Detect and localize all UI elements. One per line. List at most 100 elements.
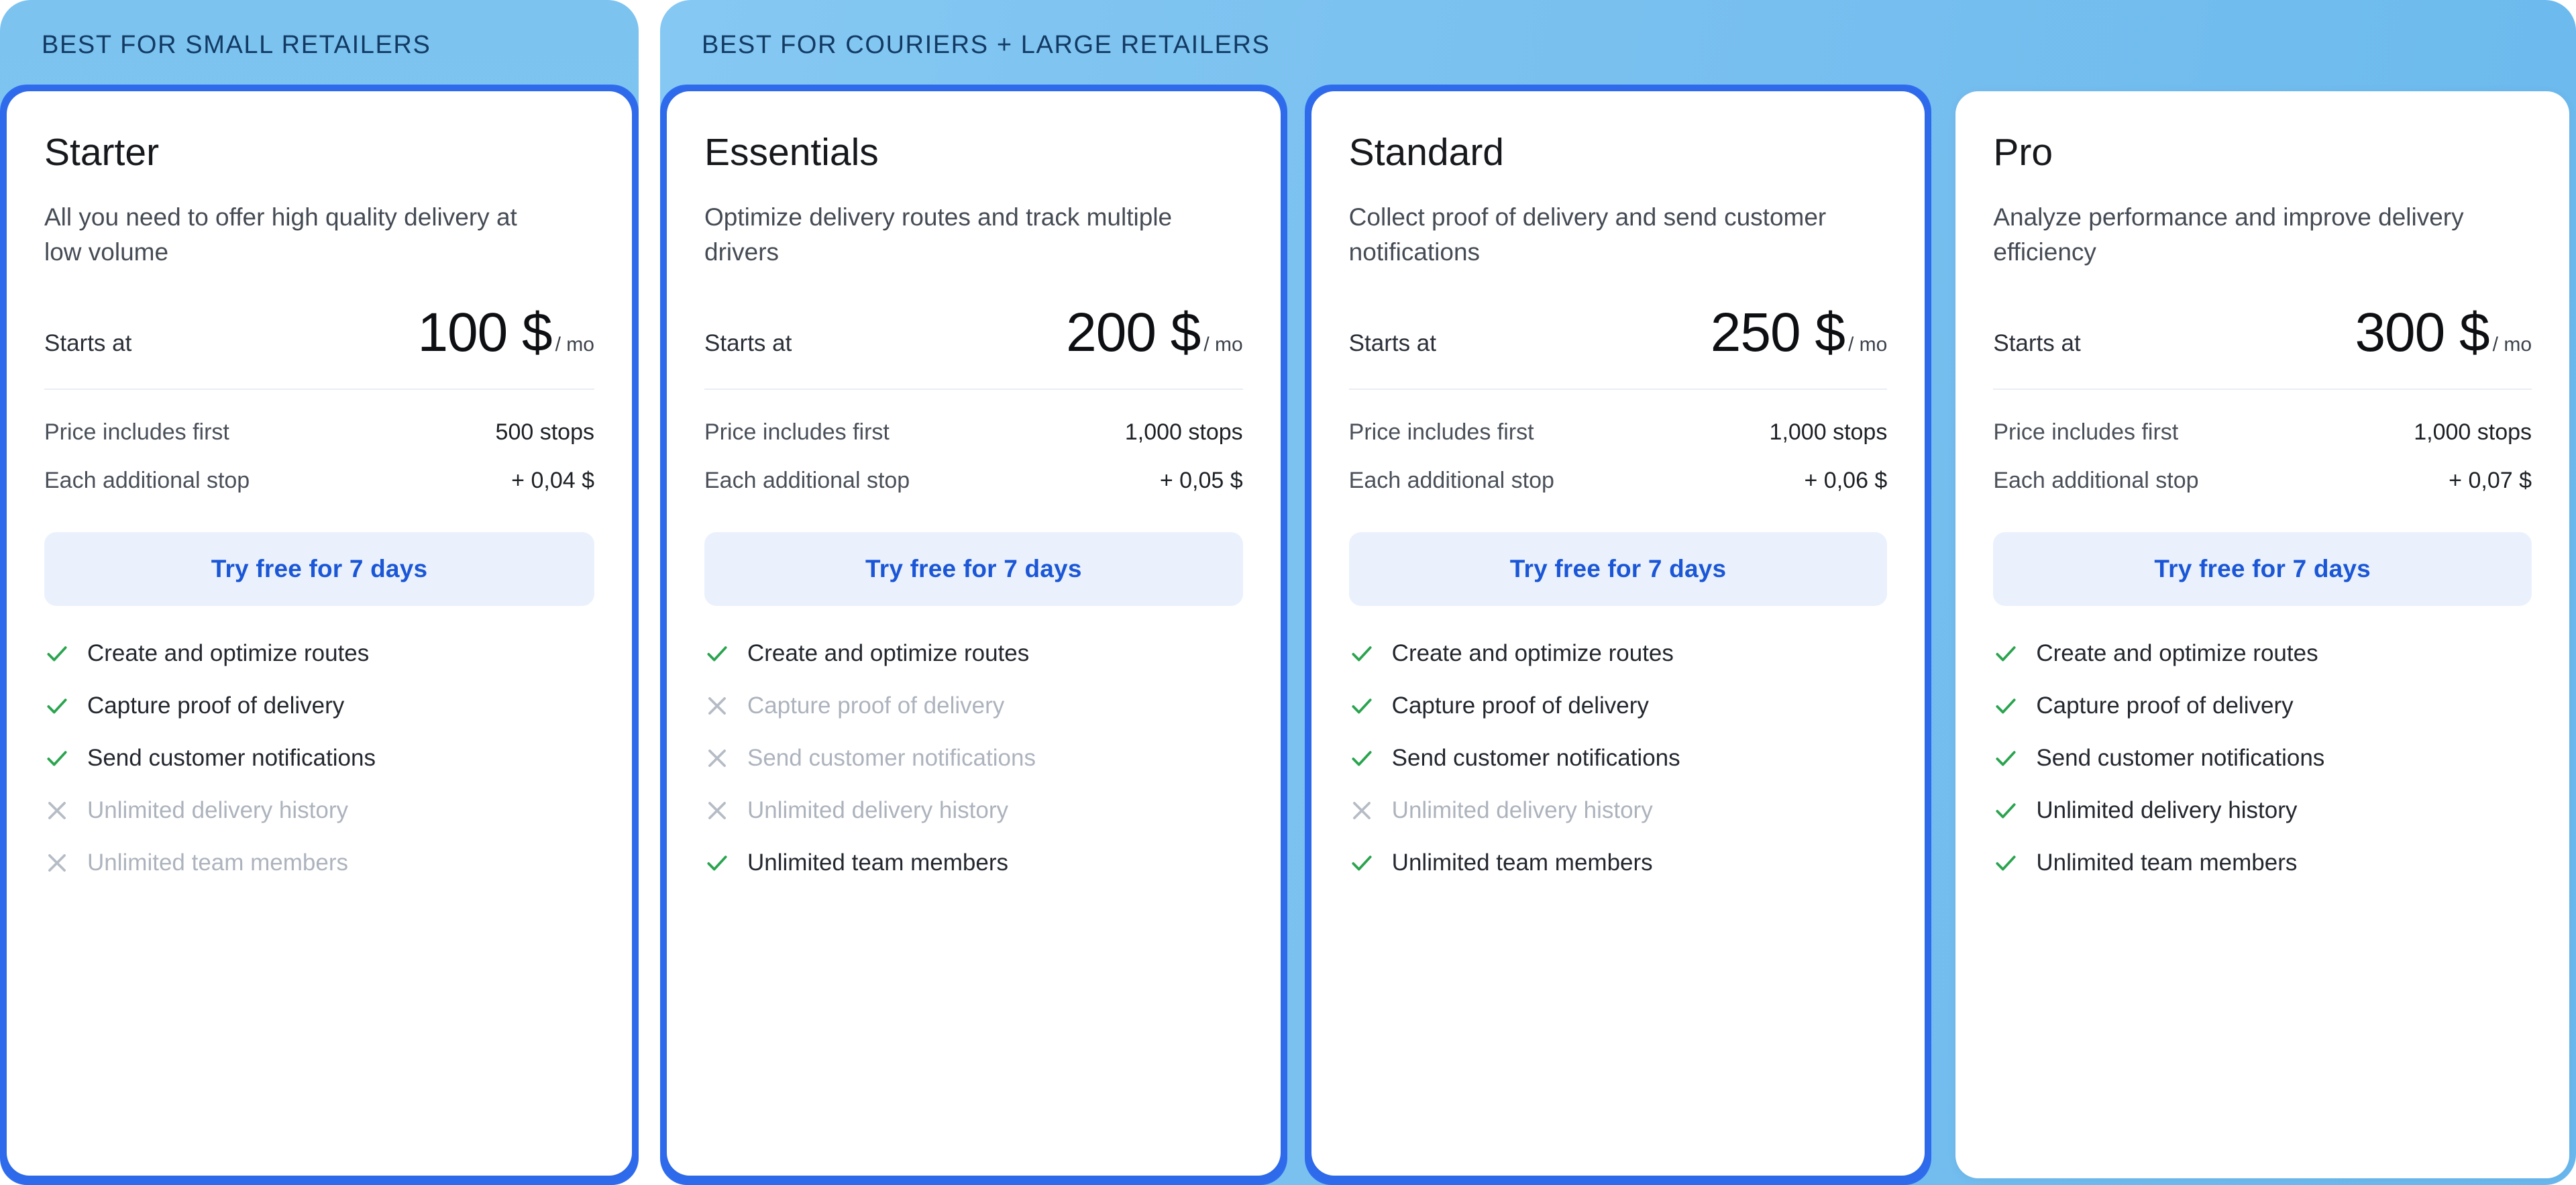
meta-value-included-stops-starter: 500 stops	[495, 419, 594, 445]
feature-label: Create and optimize routes	[2036, 639, 2318, 666]
feature-label: Unlimited delivery history	[2036, 796, 2298, 823]
feature-label: Create and optimize routes	[747, 639, 1030, 666]
feature-item: Unlimited team members	[44, 849, 594, 877]
meta-row-included-stops-essentials: Price includes first 1,000 stops	[704, 419, 1243, 446]
meta-value-included-stops-pro: 1,000 stops	[2414, 419, 2532, 445]
meta-value-included-stops-essentials: 1,000 stops	[1124, 419, 1243, 445]
meta-row-additional-stop-starter: Each additional stop + 0,04 $	[44, 468, 594, 494]
feature-label: Unlimited team members	[2036, 849, 2298, 876]
check-icon	[1352, 856, 1372, 871]
card-row-group-b: Essentials Optimize delivery routes and …	[660, 85, 2576, 1185]
feature-item: Create and optimize routes	[704, 639, 1243, 668]
check-icon	[1352, 646, 1372, 662]
check-icon	[707, 646, 727, 662]
check-icon	[1352, 751, 1372, 766]
check-icon	[1996, 699, 2016, 714]
feature-list-standard: Create and optimize routes Capture proof…	[1349, 639, 1888, 928]
plan-name-pro: Pro	[1993, 131, 2053, 174]
feature-item: Send customer notifications	[1993, 744, 2532, 772]
feature-item: Send customer notifications	[44, 744, 594, 772]
feature-item: Capture proof of delivery	[44, 692, 594, 720]
check-icon	[1996, 646, 2016, 662]
feature-label: Capture proof of delivery	[747, 692, 1005, 719]
feature-item: Unlimited team members	[704, 849, 1243, 877]
plan-meta-starter: Price includes first 500 stops Each addi…	[44, 390, 594, 516]
plan-card-essentials[interactable]: Essentials Optimize delivery routes and …	[667, 91, 1281, 1176]
plan-card-pro[interactable]: Pro Analyze performance and improve deli…	[1955, 91, 2570, 1178]
feature-label: Capture proof of delivery	[87, 692, 345, 719]
check-icon	[1996, 856, 2016, 871]
plan-card-shell-starter: Starter All you need to offer high quali…	[0, 85, 639, 1185]
group-banner-label-couriers-large-retailers: BEST FOR COURIERS + LARGE RETAILERS	[702, 31, 1271, 59]
feature-label: Unlimited team members	[87, 849, 348, 876]
feature-label: Send customer notifications	[2036, 744, 2325, 771]
meta-label-included-stops: Price includes first	[1993, 419, 2179, 445]
cross-icon	[48, 854, 66, 872]
feature-label: Unlimited team members	[1391, 849, 1653, 876]
check-icon	[1352, 699, 1372, 714]
starts-at-label-starter: Starts at	[44, 329, 132, 356]
plan-card-shell-essentials: Essentials Optimize delivery routes and …	[660, 85, 1287, 1185]
price-amount-pro: 300 $	[2355, 301, 2489, 363]
try-free-button-pro[interactable]: Try free for 7 days	[1993, 531, 2532, 606]
feature-label: Unlimited delivery history	[747, 796, 1009, 823]
meta-label-included-stops: Price includes first	[704, 419, 890, 445]
feature-item: Create and optimize routes	[44, 639, 594, 668]
feature-item: Capture proof of delivery	[704, 692, 1243, 720]
meta-value-additional-stop-starter: + 0,04 $	[511, 467, 594, 493]
price-wrap-pro: 300 $ / mo	[2355, 305, 2532, 360]
card-row-group-a: Starter All you need to offer high quali…	[0, 85, 639, 1185]
feature-item: Capture proof of delivery	[1993, 692, 2532, 720]
feature-label: Capture proof of delivery	[2036, 692, 2294, 719]
meta-row-included-stops-pro: Price includes first 1,000 stops	[1993, 419, 2532, 446]
cross-icon	[708, 801, 726, 819]
meta-label-additional-stop: Each additional stop	[704, 467, 910, 493]
price-row-standard: Starts at 250 $ / mo	[1348, 305, 1888, 390]
price-period-essentials: / mo	[1203, 333, 1243, 356]
plan-card-shell-standard: Standard Collect proof of delivery and s…	[1304, 85, 1932, 1185]
plan-description-starter: All you need to offer high quality deliv…	[44, 203, 517, 266]
plan-card-shell-pro: Pro Analyze performance and improve deli…	[1949, 85, 2576, 1185]
feature-item: Unlimited delivery history	[1993, 796, 2532, 825]
cross-icon	[48, 801, 66, 819]
plan-meta-standard: Price includes first 1,000 stops Each ad…	[1349, 390, 1888, 516]
plan-description-pro: Analyze performance and improve delivery…	[1993, 203, 2464, 266]
feature-item: Unlimited team members	[1349, 849, 1888, 877]
feature-list-starter: Create and optimize routes Capture proof…	[44, 639, 594, 928]
price-amount-standard: 250 $	[1710, 301, 1845, 363]
plan-name-essentials: Essentials	[704, 131, 879, 174]
feature-label: Unlimited delivery history	[87, 796, 349, 823]
cross-icon	[1352, 801, 1371, 819]
plan-card-starter[interactable]: Starter All you need to offer high quali…	[7, 91, 632, 1176]
price-wrap-starter: 100 $ / mo	[417, 305, 594, 360]
feature-label: Unlimited delivery history	[1391, 796, 1653, 823]
price-row-pro: Starts at 300 $ / mo	[1993, 305, 2532, 390]
feature-item: Unlimited team members	[1993, 849, 2532, 877]
starts-at-label-pro: Starts at	[1993, 329, 2081, 356]
price-period-pro: / mo	[2492, 333, 2532, 356]
feature-list-essentials: Create and optimize routes Capture proof…	[704, 639, 1243, 928]
feature-label: Send customer notifications	[747, 744, 1036, 771]
starts-at-label-essentials: Starts at	[704, 329, 792, 356]
plan-meta-pro: Price includes first 1,000 stops Each ad…	[1993, 390, 2532, 516]
check-icon	[1996, 751, 2016, 766]
try-free-button-essentials[interactable]: Try free for 7 days	[704, 531, 1243, 606]
try-free-button-starter[interactable]: Try free for 7 days	[44, 531, 594, 606]
cross-icon	[708, 697, 726, 715]
meta-row-additional-stop-essentials: Each additional stop + 0,05 $	[704, 468, 1243, 494]
plan-card-standard[interactable]: Standard Collect proof of delivery and s…	[1311, 91, 1925, 1176]
price-amount-essentials: 200 $	[1066, 301, 1201, 363]
plan-description-standard: Collect proof of delivery and send custo…	[1348, 203, 1827, 266]
feature-label: Capture proof of delivery	[1391, 692, 1649, 719]
meta-label-additional-stop: Each additional stop	[1348, 467, 1554, 493]
check-icon	[1996, 803, 2016, 819]
check-icon	[47, 751, 67, 766]
price-wrap-standard: 250 $ / mo	[1711, 305, 1888, 360]
meta-row-additional-stop-pro: Each additional stop + 0,07 $	[1993, 468, 2532, 494]
plan-group-small-retailers: BEST FOR SMALL RETAILERS Starter All you…	[0, 0, 639, 1185]
meta-row-included-stops-starter: Price includes first 500 stops	[44, 419, 594, 446]
feature-item: Send customer notifications	[1349, 744, 1888, 772]
meta-value-additional-stop-essentials: + 0,05 $	[1159, 467, 1243, 493]
price-period-starter: / mo	[555, 333, 594, 356]
try-free-button-standard[interactable]: Try free for 7 days	[1348, 531, 1888, 606]
